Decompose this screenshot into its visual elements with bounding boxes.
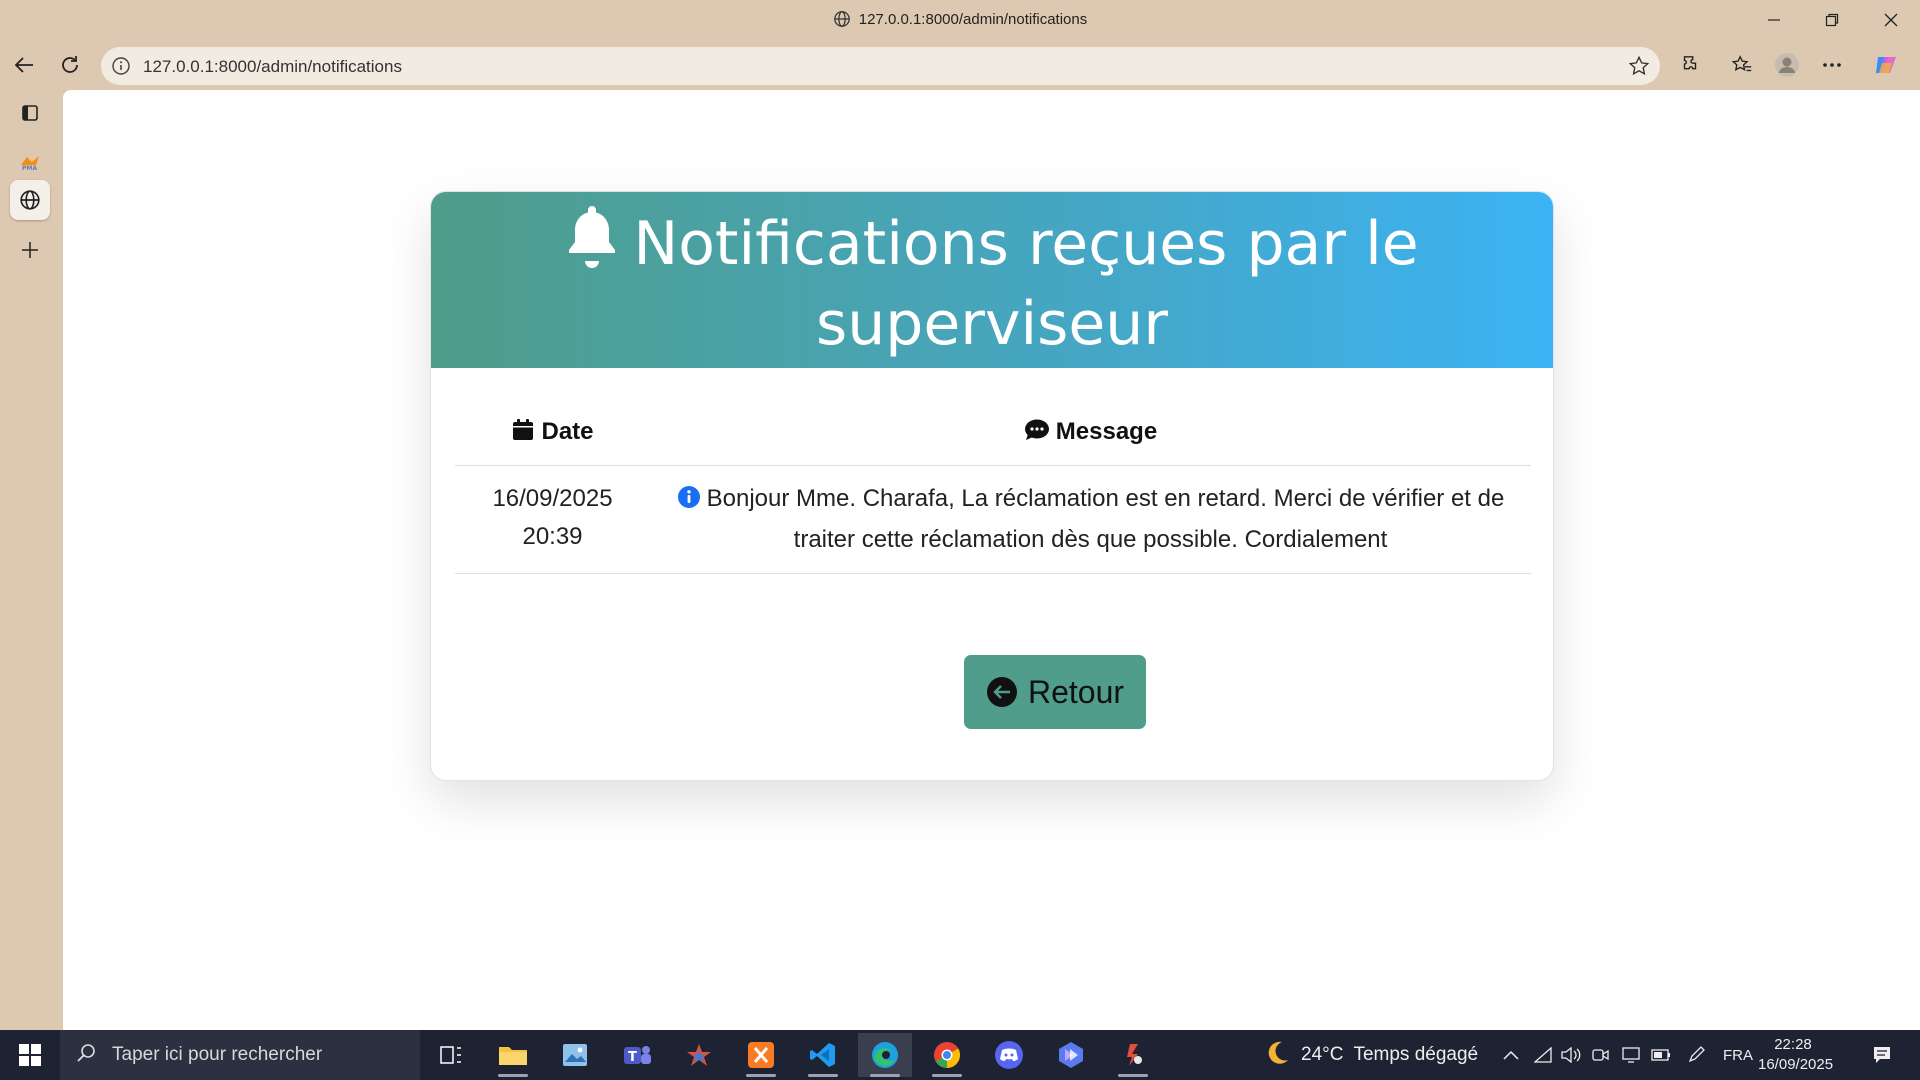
pen-icon[interactable] [1684,1030,1710,1080]
tab-actions-icon[interactable] [10,93,50,133]
comment-icon [1024,418,1050,449]
back-button-label: Retour [1027,673,1125,710]
minimize-button[interactable] [1745,0,1803,40]
weather-description: Temps dégagé [1353,1044,1479,1065]
extensions-icon[interactable] [1672,47,1708,83]
url-text[interactable]: 127.0.0.1:8000/admin/notifications [143,57,402,77]
window-title: 127.0.0.1:8000/admin/notifications [0,10,1920,32]
close-window-button[interactable] [1862,0,1920,40]
show-hidden-icons-chevron-icon[interactable] [1498,1030,1524,1080]
table-row: 16/09/2025 20:39 Bonjour Mme. Charafa, L… [455,465,1531,574]
vscode-icon[interactable] [796,1033,850,1077]
svg-text:T: T [628,1050,637,1065]
profile-avatar-icon[interactable] [1769,47,1805,83]
arrow-left-circle-icon [986,676,1018,708]
clock-time: 22:28 [1774,1036,1812,1053]
reload-icon[interactable] [52,47,88,83]
search-placeholder: Taper ici pour rechercher [112,1044,323,1065]
teams-icon[interactable]: T [610,1033,664,1077]
browser-toolbar: 127.0.0.1:8000/admin/notifications [0,40,1920,90]
star-uml-icon[interactable] [672,1033,726,1077]
notifications-card: Notifications reçues par le superviseur … [430,191,1554,781]
svg-text:PMA: PMA [22,165,37,171]
filezilla-icon[interactable] [1106,1033,1160,1077]
globe-icon [833,10,851,32]
clock-date: 16/09/2025 [1758,1056,1834,1073]
file-explorer-icon[interactable] [486,1033,540,1077]
network-icon[interactable] [1530,1030,1556,1080]
photos-app-icon[interactable] [548,1033,602,1077]
battery-icon[interactable] [1648,1030,1674,1080]
card-header: Notifications reçues par le superviseur [431,192,1553,368]
weather-widget[interactable]: 24°C Temps dégagé [1265,1030,1478,1080]
favorites-icon[interactable] [1724,47,1760,83]
favorite-star-icon[interactable] [1628,55,1650,82]
task-view-icon[interactable] [424,1033,478,1077]
more-menu-icon[interactable] [1814,47,1850,83]
notifications-center-icon[interactable] [1864,1030,1900,1080]
power-automate-icon[interactable] [1044,1033,1098,1077]
phpmyadmin-tab-icon[interactable]: PMA [10,143,50,183]
language-indicator[interactable]: FRA [1720,1030,1756,1080]
new-tab-plus-icon[interactable] [10,230,50,270]
notification-time: 20:39 [522,522,583,550]
notification-date: 16/09/2025 [492,484,613,512]
copilot-icon[interactable] [1868,47,1904,83]
discord-icon[interactable] [982,1033,1036,1077]
volume-icon[interactable] [1558,1030,1584,1080]
notification-date-cell: 16/09/2025 20:39 [455,465,650,574]
back-button[interactable]: Retour [964,655,1146,729]
date-column-header: Date [455,402,650,466]
site-info-icon[interactable] [111,56,131,81]
message-column-header: Message [650,402,1531,466]
meet-now-icon[interactable] [1588,1030,1614,1080]
search-icon [76,1043,96,1068]
window-title-text: 127.0.0.1:8000/admin/notifications [858,11,1088,28]
info-circle-icon [677,483,701,521]
message-column-label: Message [1055,417,1158,445]
address-bar[interactable]: 127.0.0.1:8000/admin/notifications [101,47,1660,85]
browser-sidebar: PMA [0,90,63,1030]
current-tab-globe-icon[interactable] [10,180,50,220]
table-header-row: Date Message [455,402,1531,466]
xampp-icon[interactable] [734,1033,788,1077]
page-title: Notifications reçues par le superviseur [633,209,1419,359]
notifications-table: Date Message 16/09/2025 20:39 Bonjour Mm… [455,402,1531,574]
windows-taskbar: Taper ici pour rechercher T 24°C Temps d… [0,1030,1920,1080]
bell-icon [565,204,619,286]
chrome-icon[interactable] [920,1033,974,1077]
calendar-icon [511,418,535,449]
back-icon[interactable] [6,47,42,83]
windows-start-icon[interactable] [0,1030,60,1080]
moon-icon [1265,1039,1291,1071]
edge-icon[interactable] [858,1033,912,1077]
notification-message-cell: Bonjour Mme. Charafa, La réclamation est… [650,465,1531,574]
restore-button[interactable] [1803,0,1861,40]
taskbar-clock[interactable]: 22:28 16/09/2025 [1758,1035,1834,1075]
date-column-label: Date [541,417,594,445]
page-content: Notifications reçues par le superviseur … [63,90,1920,1030]
weather-temperature: 24°C [1301,1044,1344,1065]
display-settings-icon[interactable] [1618,1030,1644,1080]
notification-message: Bonjour Mme. Charafa, La réclamation est… [706,484,1505,553]
taskbar-search-box[interactable]: Taper ici pour rechercher [60,1030,420,1080]
browser-title-bar: 127.0.0.1:8000/admin/notifications [0,0,1920,40]
